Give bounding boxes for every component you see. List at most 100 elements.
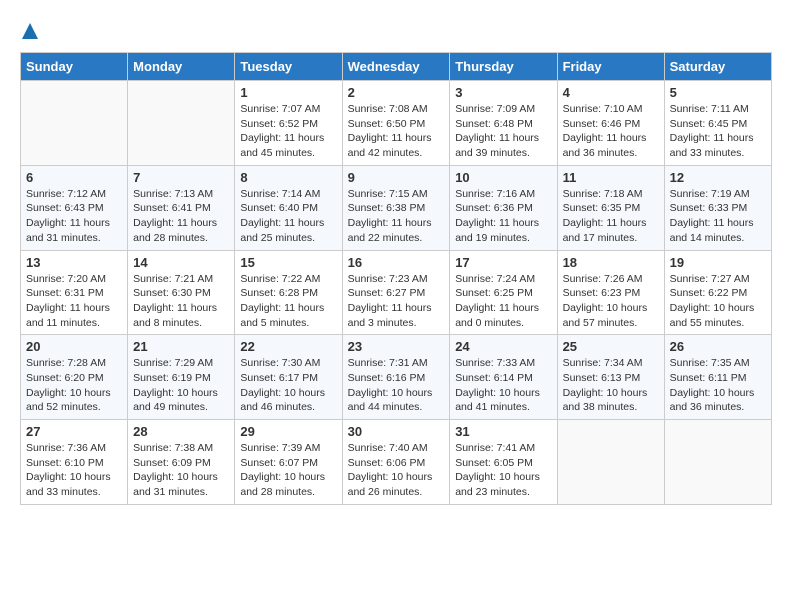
day-number: 14 <box>133 255 229 270</box>
sunset-text: Sunset: 6:23 PM <box>563 287 641 299</box>
header-sunday: Sunday <box>21 53 128 81</box>
sunset-text: Sunset: 6:50 PM <box>348 118 426 130</box>
day-number: 28 <box>133 424 229 439</box>
daylight-text: Daylight: 10 hours and 55 minutes. <box>670 302 755 329</box>
daylight-text: Daylight: 11 hours and 14 minutes. <box>670 217 754 244</box>
daylight-text: Daylight: 11 hours and 42 minutes. <box>348 132 432 159</box>
cell-content: Sunrise: 7:24 AM Sunset: 6:25 PM Dayligh… <box>455 272 551 331</box>
sunrise-text: Sunrise: 7:26 AM <box>563 273 643 285</box>
sunset-text: Sunset: 6:36 PM <box>455 202 533 214</box>
calendar-cell <box>664 420 771 505</box>
sunset-text: Sunset: 6:17 PM <box>240 372 318 384</box>
sunset-text: Sunset: 6:38 PM <box>348 202 426 214</box>
cell-content: Sunrise: 7:22 AM Sunset: 6:28 PM Dayligh… <box>240 272 336 331</box>
sunset-text: Sunset: 6:45 PM <box>670 118 748 130</box>
sunrise-text: Sunrise: 7:20 AM <box>26 273 106 285</box>
day-number: 17 <box>455 255 551 270</box>
daylight-text: Daylight: 11 hours and 17 minutes. <box>563 217 647 244</box>
day-number: 24 <box>455 339 551 354</box>
cell-content: Sunrise: 7:19 AM Sunset: 6:33 PM Dayligh… <box>670 187 766 246</box>
sunrise-text: Sunrise: 7:14 AM <box>240 188 320 200</box>
daylight-text: Daylight: 11 hours and 8 minutes. <box>133 302 217 329</box>
calendar-week-row: 20 Sunrise: 7:28 AM Sunset: 6:20 PM Dayl… <box>21 335 772 420</box>
sunrise-text: Sunrise: 7:21 AM <box>133 273 213 285</box>
calendar-cell: 5 Sunrise: 7:11 AM Sunset: 6:45 PM Dayli… <box>664 81 771 166</box>
cell-content: Sunrise: 7:33 AM Sunset: 6:14 PM Dayligh… <box>455 356 551 415</box>
logo <box>20 20 40 42</box>
cell-content: Sunrise: 7:23 AM Sunset: 6:27 PM Dayligh… <box>348 272 445 331</box>
sunrise-text: Sunrise: 7:10 AM <box>563 103 643 115</box>
calendar-cell: 6 Sunrise: 7:12 AM Sunset: 6:43 PM Dayli… <box>21 165 128 250</box>
header-thursday: Thursday <box>450 53 557 81</box>
sunset-text: Sunset: 6:10 PM <box>26 457 104 469</box>
sunrise-text: Sunrise: 7:16 AM <box>455 188 535 200</box>
daylight-text: Daylight: 10 hours and 31 minutes. <box>133 471 218 498</box>
calendar-cell: 26 Sunrise: 7:35 AM Sunset: 6:11 PM Dayl… <box>664 335 771 420</box>
sunset-text: Sunset: 6:30 PM <box>133 287 211 299</box>
sunrise-text: Sunrise: 7:39 AM <box>240 442 320 454</box>
day-number: 20 <box>26 339 122 354</box>
calendar-cell: 21 Sunrise: 7:29 AM Sunset: 6:19 PM Dayl… <box>128 335 235 420</box>
cell-content: Sunrise: 7:14 AM Sunset: 6:40 PM Dayligh… <box>240 187 336 246</box>
header-friday: Friday <box>557 53 664 81</box>
calendar-cell: 16 Sunrise: 7:23 AM Sunset: 6:27 PM Dayl… <box>342 250 450 335</box>
calendar-table: SundayMondayTuesdayWednesdayThursdayFrid… <box>20 52 772 505</box>
cell-content: Sunrise: 7:27 AM Sunset: 6:22 PM Dayligh… <box>670 272 766 331</box>
sunset-text: Sunset: 6:46 PM <box>563 118 641 130</box>
day-number: 18 <box>563 255 659 270</box>
cell-content: Sunrise: 7:11 AM Sunset: 6:45 PM Dayligh… <box>670 102 766 161</box>
calendar-week-row: 6 Sunrise: 7:12 AM Sunset: 6:43 PM Dayli… <box>21 165 772 250</box>
day-number: 4 <box>563 85 659 100</box>
daylight-text: Daylight: 11 hours and 28 minutes. <box>133 217 217 244</box>
day-number: 11 <box>563 170 659 185</box>
sunset-text: Sunset: 6:28 PM <box>240 287 318 299</box>
day-number: 19 <box>670 255 766 270</box>
calendar-cell: 24 Sunrise: 7:33 AM Sunset: 6:14 PM Dayl… <box>450 335 557 420</box>
daylight-text: Daylight: 10 hours and 26 minutes. <box>348 471 433 498</box>
cell-content: Sunrise: 7:16 AM Sunset: 6:36 PM Dayligh… <box>455 187 551 246</box>
header-tuesday: Tuesday <box>235 53 342 81</box>
calendar-cell: 2 Sunrise: 7:08 AM Sunset: 6:50 PM Dayli… <box>342 81 450 166</box>
calendar-week-row: 13 Sunrise: 7:20 AM Sunset: 6:31 PM Dayl… <box>21 250 772 335</box>
day-number: 2 <box>348 85 445 100</box>
cell-content: Sunrise: 7:29 AM Sunset: 6:19 PM Dayligh… <box>133 356 229 415</box>
day-number: 7 <box>133 170 229 185</box>
sunset-text: Sunset: 6:52 PM <box>240 118 318 130</box>
sunrise-text: Sunrise: 7:40 AM <box>348 442 428 454</box>
daylight-text: Daylight: 10 hours and 52 minutes. <box>26 387 111 414</box>
calendar-cell: 29 Sunrise: 7:39 AM Sunset: 6:07 PM Dayl… <box>235 420 342 505</box>
calendar-cell: 13 Sunrise: 7:20 AM Sunset: 6:31 PM Dayl… <box>21 250 128 335</box>
sunset-text: Sunset: 6:27 PM <box>348 287 426 299</box>
day-number: 16 <box>348 255 445 270</box>
sunrise-text: Sunrise: 7:19 AM <box>670 188 750 200</box>
sunset-text: Sunset: 6:05 PM <box>455 457 533 469</box>
day-number: 23 <box>348 339 445 354</box>
sunset-text: Sunset: 6:20 PM <box>26 372 104 384</box>
cell-content: Sunrise: 7:07 AM Sunset: 6:52 PM Dayligh… <box>240 102 336 161</box>
daylight-text: Daylight: 11 hours and 31 minutes. <box>26 217 110 244</box>
daylight-text: Daylight: 11 hours and 45 minutes. <box>240 132 324 159</box>
cell-content: Sunrise: 7:31 AM Sunset: 6:16 PM Dayligh… <box>348 356 445 415</box>
calendar-cell <box>21 81 128 166</box>
calendar-cell: 4 Sunrise: 7:10 AM Sunset: 6:46 PM Dayli… <box>557 81 664 166</box>
sunrise-text: Sunrise: 7:12 AM <box>26 188 106 200</box>
daylight-text: Daylight: 10 hours and 36 minutes. <box>670 387 755 414</box>
daylight-text: Daylight: 10 hours and 49 minutes. <box>133 387 218 414</box>
calendar-cell: 11 Sunrise: 7:18 AM Sunset: 6:35 PM Dayl… <box>557 165 664 250</box>
calendar-header-row: SundayMondayTuesdayWednesdayThursdayFrid… <box>21 53 772 81</box>
sunset-text: Sunset: 6:25 PM <box>455 287 533 299</box>
cell-content: Sunrise: 7:30 AM Sunset: 6:17 PM Dayligh… <box>240 356 336 415</box>
header-wednesday: Wednesday <box>342 53 450 81</box>
sunrise-text: Sunrise: 7:18 AM <box>563 188 643 200</box>
daylight-text: Daylight: 11 hours and 25 minutes. <box>240 217 324 244</box>
cell-content: Sunrise: 7:35 AM Sunset: 6:11 PM Dayligh… <box>670 356 766 415</box>
sunrise-text: Sunrise: 7:31 AM <box>348 357 428 369</box>
sunrise-text: Sunrise: 7:09 AM <box>455 103 535 115</box>
cell-content: Sunrise: 7:12 AM Sunset: 6:43 PM Dayligh… <box>26 187 122 246</box>
sunrise-text: Sunrise: 7:36 AM <box>26 442 106 454</box>
sunset-text: Sunset: 6:14 PM <box>455 372 533 384</box>
daylight-text: Daylight: 11 hours and 11 minutes. <box>26 302 110 329</box>
daylight-text: Daylight: 11 hours and 19 minutes. <box>455 217 539 244</box>
sunrise-text: Sunrise: 7:27 AM <box>670 273 750 285</box>
header-saturday: Saturday <box>664 53 771 81</box>
